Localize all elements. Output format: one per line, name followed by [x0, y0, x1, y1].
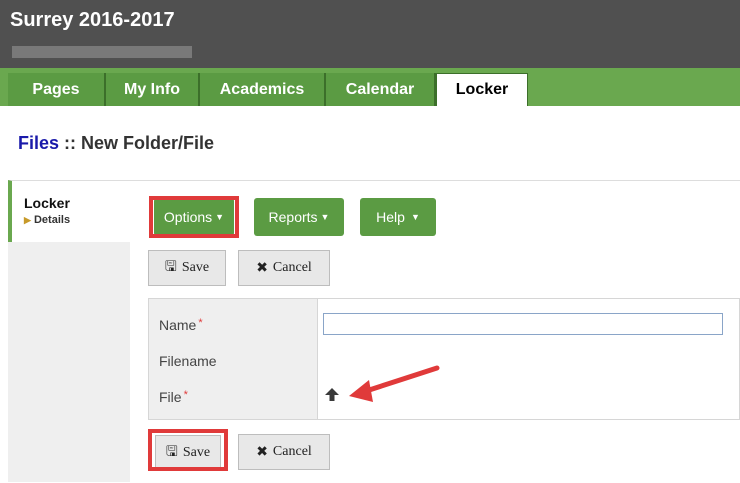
- sidebar-background: [8, 242, 130, 482]
- name-label-text: Name: [159, 317, 197, 333]
- sidebar-item-locker[interactable]: Locker: [24, 195, 70, 211]
- reports-menu-button[interactable]: Reports ▼: [254, 198, 344, 236]
- file-field-label: File *: [159, 389, 188, 405]
- sidebar-nav: Locker ▶ Details: [8, 180, 130, 242]
- filename-field-label: Filename: [159, 353, 217, 369]
- close-icon: ✖: [256, 444, 268, 460]
- required-marker: *: [198, 317, 203, 329]
- redacted-user-name: [12, 46, 192, 58]
- cancel-label: Cancel: [272, 444, 312, 459]
- file-label-text: File: [159, 389, 182, 405]
- tab-locker[interactable]: Locker: [436, 73, 528, 106]
- sidebar-item-details[interactable]: ▶ Details: [24, 214, 70, 226]
- caret-down-icon: ▼: [410, 212, 420, 222]
- cancel-button-top[interactable]: ✖ Cancel: [238, 250, 330, 286]
- annotation-arrow-icon: [349, 365, 440, 402]
- name-input[interactable]: [323, 313, 723, 335]
- help-menu-button[interactable]: Help ▼: [360, 198, 436, 236]
- tab-pages[interactable]: Pages: [8, 73, 106, 106]
- reports-label: Reports: [268, 209, 318, 225]
- required-marker: *: [183, 389, 188, 401]
- highlight-box-options: [149, 196, 239, 238]
- save-button-top[interactable]: 🖫 Save: [148, 250, 226, 286]
- tab-academics[interactable]: Academics: [200, 73, 326, 106]
- breadcrumb: Files :: New Folder/File: [18, 133, 214, 154]
- save-label: Save: [181, 260, 210, 275]
- school-year-title: Surrey 2016-2017: [10, 9, 175, 31]
- app-header: Surrey 2016-2017: [0, 0, 740, 68]
- caret-down-icon: ▼: [320, 212, 330, 222]
- triangle-right-icon: ▶: [24, 215, 31, 225]
- main-tab-bar: Pages My Info Academics Calendar Locker: [0, 68, 740, 106]
- cancel-button-bottom[interactable]: ✖ Cancel: [238, 434, 330, 470]
- help-label: Help: [376, 209, 405, 225]
- cancel-label: Cancel: [272, 260, 312, 275]
- highlight-box-save: [148, 429, 228, 471]
- tab-my-info[interactable]: My Info: [106, 73, 200, 106]
- upload-arrow-icon[interactable]: [324, 386, 340, 402]
- tab-calendar[interactable]: Calendar: [326, 73, 436, 106]
- floppy-disk-icon: 🖫: [164, 260, 177, 275]
- close-icon: ✖: [256, 260, 268, 276]
- breadcrumb-separator: ::: [59, 133, 82, 153]
- breadcrumb-files-link[interactable]: Files: [18, 133, 59, 153]
- sidebar-item-details-label: Details: [33, 214, 71, 226]
- page-title: New Folder/File: [81, 133, 215, 153]
- name-field-label: Name *: [159, 317, 203, 333]
